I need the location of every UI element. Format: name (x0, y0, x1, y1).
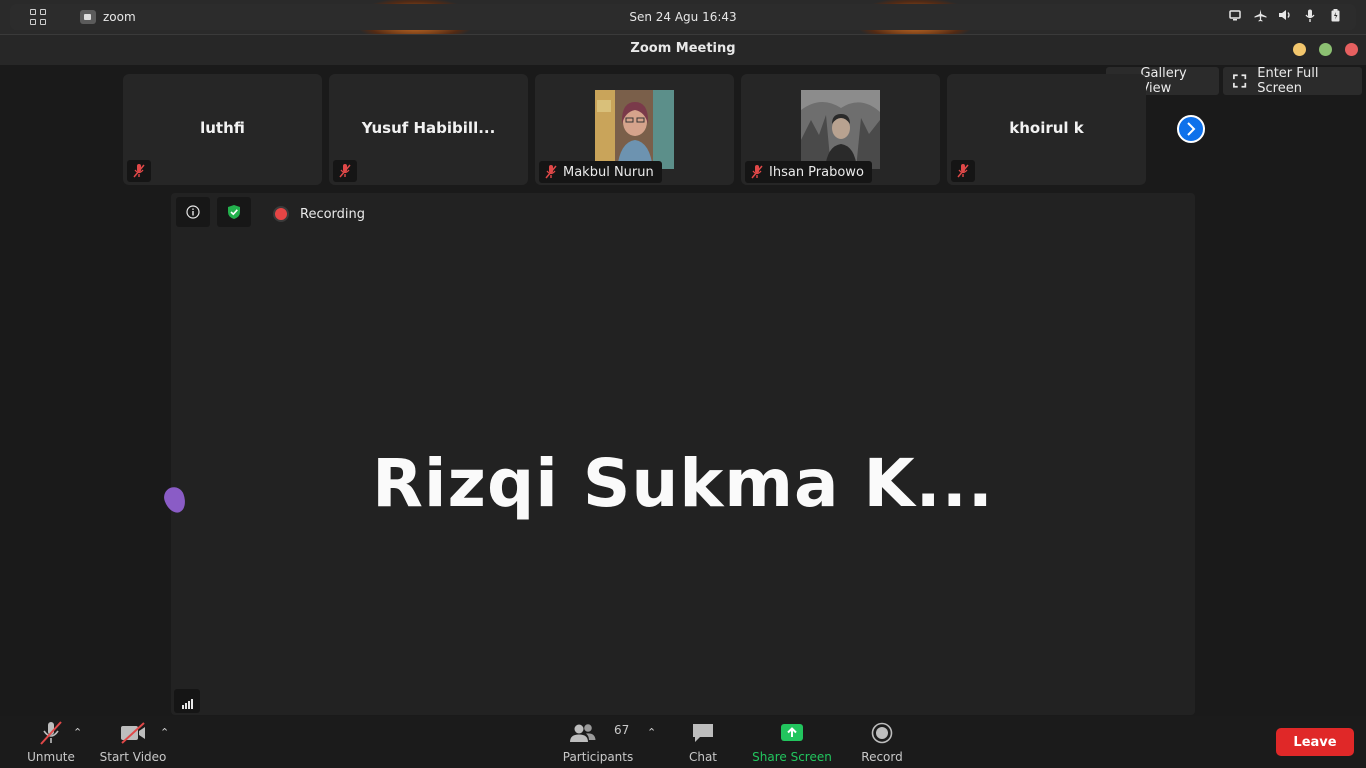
muted-mic-icon (539, 161, 563, 183)
participants-button[interactable]: 67 Participants (562, 721, 634, 764)
maximize-button[interactable] (1319, 43, 1332, 56)
unmute-label: Unmute (27, 750, 75, 764)
connection-signal-icon[interactable] (174, 689, 200, 713)
volume-icon[interactable] (1278, 8, 1292, 22)
recording-label: Recording (300, 206, 366, 222)
participant-video (595, 90, 674, 169)
unmute-button[interactable]: Unmute (26, 721, 76, 764)
recording-indicator[interactable]: Recording (273, 206, 365, 222)
participant-name-badge: Ihsan Prabowo (745, 161, 872, 183)
security-shield-button[interactable] (217, 197, 251, 227)
muted-mic-icon (333, 160, 357, 182)
window-title-bar: Zoom Meeting (0, 34, 1366, 65)
participant-tile[interactable]: khoirul k (947, 74, 1146, 185)
leave-meeting-button[interactable]: Leave (1276, 728, 1354, 756)
minimize-button[interactable] (1293, 43, 1306, 56)
muted-mic-icon (127, 160, 151, 182)
chat-button[interactable]: Chat (686, 721, 720, 764)
active-speaker-stage: Recording Rizqi Sukma K... (171, 193, 1195, 715)
record-button[interactable]: Record (860, 721, 904, 764)
active-speaker-name: Rizqi Sukma K... (372, 445, 994, 522)
participant-name: Ihsan Prabowo (769, 164, 864, 180)
participant-name: Makbul Nurun (563, 164, 654, 180)
participant-video (801, 90, 880, 169)
shield-check-icon (228, 205, 240, 219)
participant-name: Yusuf Habibill... (361, 119, 496, 137)
window-title: Zoom Meeting (630, 41, 736, 56)
audio-options-chevron-up-icon[interactable]: ⌃ (73, 726, 82, 739)
meeting-info-button[interactable] (176, 197, 210, 227)
chevron-right-icon (1187, 122, 1196, 136)
record-label: Record (861, 750, 903, 764)
participant-name: luthfi (200, 119, 245, 137)
camera-off-icon (118, 721, 148, 745)
participant-tile[interactable]: Ihsan Prabowo (741, 74, 940, 185)
participant-name: khoirul k (1009, 119, 1084, 137)
video-options-chevron-up-icon[interactable]: ⌃ (160, 726, 169, 739)
system-panel: zoom Sen 24 Agu 16:43 (10, 4, 1356, 30)
expand-icon (1233, 74, 1247, 88)
enter-full-screen-button[interactable]: Enter Full Screen (1223, 66, 1362, 96)
participants-count: 67 (614, 723, 630, 737)
start-video-label: Start Video (99, 750, 167, 764)
participant-tile[interactable]: Yusuf Habibill... (329, 74, 528, 185)
close-button[interactable] (1345, 43, 1358, 56)
muted-mic-icon (745, 161, 769, 183)
participants-icon (570, 724, 596, 742)
participant-name-badge: Makbul Nurun (539, 161, 662, 183)
chat-label: Chat (688, 750, 718, 764)
mic-muted-icon (38, 721, 64, 745)
screen-icon[interactable] (1228, 8, 1242, 22)
system-tray (1228, 8, 1342, 22)
battery-icon[interactable] (1328, 8, 1342, 22)
participants-options-chevron-up-icon[interactable]: ⌃ (647, 726, 656, 739)
share-screen-label: Share Screen (752, 750, 832, 764)
next-page-button[interactable] (1177, 115, 1205, 143)
gallery-view-label: Gallery View (1140, 66, 1187, 96)
record-icon (871, 721, 893, 745)
meeting-toolbar: Unmute ⌃ Start Video ⌃ 67 Participants ⌃… (0, 716, 1366, 768)
system-top-bar: zoom Sen 24 Agu 16:43 (0, 0, 1366, 34)
chat-icon (691, 721, 715, 745)
share-screen-icon (779, 721, 805, 745)
info-icon (186, 205, 200, 219)
full-screen-label: Enter Full Screen (1257, 66, 1319, 96)
muted-mic-icon (951, 160, 975, 182)
participant-tile[interactable]: luthfi (123, 74, 322, 185)
airplane-mode-icon[interactable] (1253, 8, 1267, 22)
recording-dot-icon (273, 206, 289, 222)
share-screen-button[interactable]: Share Screen (751, 721, 833, 764)
microphone-icon[interactable] (1303, 8, 1317, 22)
system-clock[interactable]: Sen 24 Agu 16:43 (10, 10, 1356, 24)
start-video-button[interactable]: Start Video (99, 721, 167, 764)
participant-tile[interactable]: Makbul Nurun (535, 74, 734, 185)
participants-label: Participants (562, 750, 634, 764)
